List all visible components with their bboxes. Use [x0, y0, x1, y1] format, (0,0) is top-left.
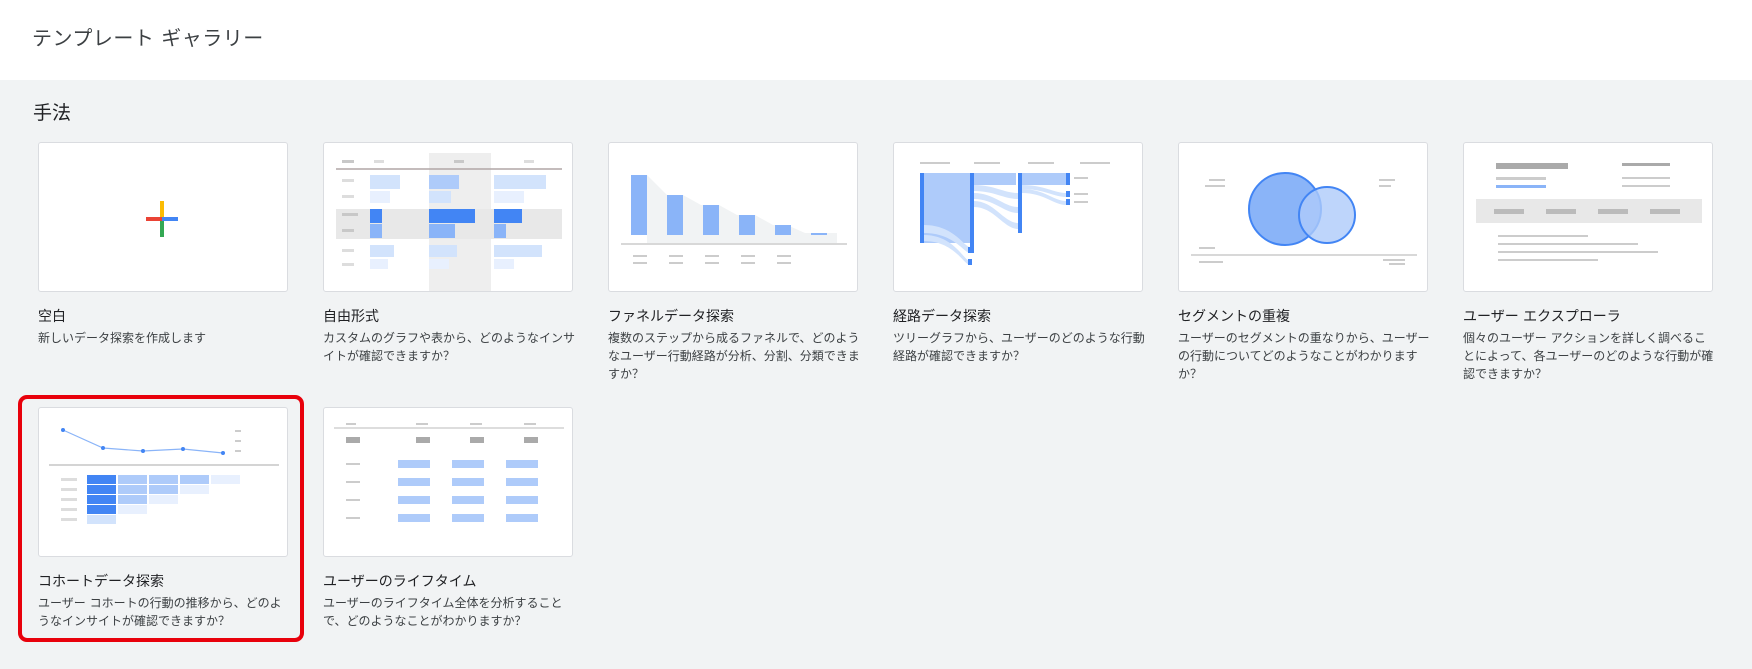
free-form-table-icon[interactable]: [323, 142, 573, 292]
card-segment-overlap[interactable]: セグメントの重複 ユーザーのセグメントの重なりから、ユーザーの行動についてどのよ…: [1178, 142, 1430, 383]
card-description: 複数のステップから成るファネルで、どのようなユーザー行動経路が分析、分割、分類で…: [608, 331, 860, 381]
plus-icon[interactable]: [38, 142, 288, 292]
card-title: 自由形式: [323, 309, 379, 325]
card-cohort[interactable]: コホートデータ探索 ユーザー コホートの行動の推移から、どのようなインサイトが確…: [38, 407, 288, 630]
card-description: ユーザー コホートの行動の推移から、どのようなインサイトが確認できますか？: [38, 596, 282, 628]
card-title: ユーザー エクスプローラ: [1463, 309, 1621, 325]
card-free-form[interactable]: 自由形式 カスタムのグラフや表から、どのようなインサイトが確認できますか？: [323, 142, 576, 365]
page-title: テンプレート ギャラリー: [32, 26, 264, 50]
card-title: コホートデータ探索: [38, 574, 164, 590]
card-title: ファネルデータ探索: [608, 309, 734, 325]
scrollbar-track[interactable]: [1746, 80, 1752, 669]
cohort-table-icon[interactable]: [38, 407, 288, 557]
path-tree-icon[interactable]: [893, 142, 1143, 292]
card-description: カスタムのグラフや表から、どのようなインサイトが確認できますか？: [323, 331, 576, 363]
card-title: セグメントの重複: [1178, 309, 1290, 325]
card-path[interactable]: 経路データ探索 ツリーグラフから、ユーザーのどのような行動経路が確認できますか？: [893, 142, 1145, 365]
user-explorer-icon[interactable]: [1463, 142, 1713, 292]
funnel-chart-icon[interactable]: [608, 142, 858, 292]
top-bar: テンプレート ギャラリー: [0, 0, 1752, 80]
card-description: ユーザーのセグメントの重なりから、ユーザーの行動についてどのようなことがわかりま…: [1178, 331, 1430, 381]
gallery-main: 手法 空白 新しいデータ探索を作成します 自由形式 カスタムのグラフや表から、ど…: [0, 80, 1752, 669]
card-description: ユーザーのライフタイム全体を分析することで、どのようなことがわかりますか？: [323, 596, 563, 628]
card-title: ユーザーのライフタイム: [323, 574, 477, 590]
card-funnel[interactable]: ファネルデータ探索 複数のステップから成るファネルで、どのようなユーザー行動経路…: [608, 142, 860, 383]
lifetime-table-icon[interactable]: [323, 407, 573, 557]
section-title: 手法: [33, 102, 72, 124]
card-title: 空白: [38, 309, 66, 325]
card-user-lifetime[interactable]: ユーザーのライフタイム ユーザーのライフタイム全体を分析することで、どのようなこ…: [323, 407, 573, 630]
venn-diagram-icon[interactable]: [1178, 142, 1428, 292]
card-blank[interactable]: 空白 新しいデータ探索を作成します: [38, 142, 288, 347]
card-user-explorer[interactable]: ユーザー エクスプローラ 個々のユーザー アクションを詳しく調べることによって、…: [1463, 142, 1713, 383]
card-title: 経路データ探索: [893, 309, 991, 325]
card-description: ツリーグラフから、ユーザーのどのような行動経路が確認できますか？: [893, 331, 1145, 363]
card-description: 個々のユーザー アクションを詳しく調べることによって、各ユーザーのどのような行動…: [1463, 331, 1714, 381]
card-description: 新しいデータ探索を作成します: [38, 331, 207, 345]
